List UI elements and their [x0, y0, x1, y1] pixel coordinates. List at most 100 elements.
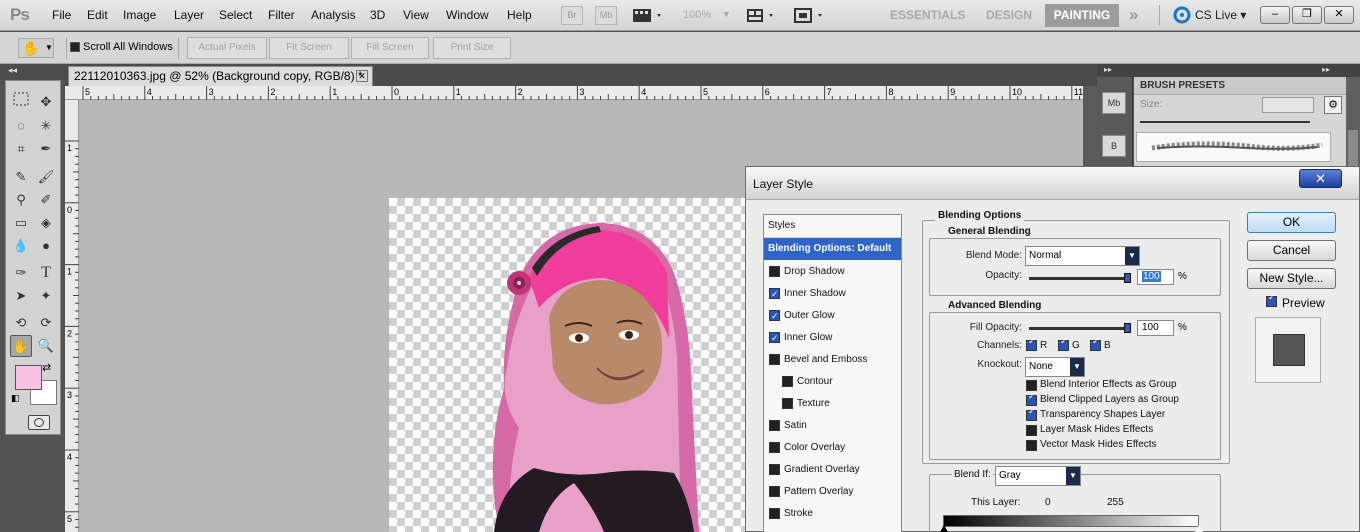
white-slider-handle[interactable]: [1195, 525, 1203, 532]
crop-tool-icon[interactable]: ⌗: [10, 138, 32, 160]
knockout-select[interactable]: None ▼: [1025, 357, 1085, 377]
screen-mode-icon[interactable]: [793, 7, 827, 24]
vector-mask-hides-checkbox[interactable]: [1026, 440, 1037, 451]
fill-opacity-input[interactable]: 100: [1137, 320, 1174, 336]
style-inner-glow[interactable]: Inner Glow: [764, 327, 901, 349]
style-inner-shadow[interactable]: Inner Shadow: [764, 283, 901, 305]
blend-clipped-checkbox[interactable]: [1026, 391, 1037, 406]
image-canvas[interactable]: [389, 198, 754, 532]
contour-checkbox[interactable]: [782, 376, 793, 387]
bridge-button[interactable]: Br: [561, 6, 583, 25]
actual-pixels-button[interactable]: Actual Pixels: [187, 37, 267, 59]
zoom-chevron-icon[interactable]: ▼: [722, 9, 731, 19]
color-overlay-checkbox[interactable]: [769, 442, 780, 453]
marquee-tool-icon[interactable]: [10, 91, 32, 113]
foreground-color-swatch[interactable]: [15, 365, 42, 390]
menu-view[interactable]: View: [403, 8, 429, 22]
eraser-tool-icon[interactable]: ▭: [10, 212, 32, 234]
dialog-title-bar[interactable]: Layer Style ✕: [746, 167, 1359, 200]
texture-checkbox[interactable]: [782, 398, 793, 409]
fill-screen-button[interactable]: Fill Screen: [351, 37, 429, 59]
restore-button[interactable]: ❐: [1292, 6, 1322, 24]
eyedropper-tool-icon[interactable]: ✒: [35, 138, 57, 160]
brush-panel-menu-icon[interactable]: ⚙: [1324, 96, 1342, 114]
opacity-slider[interactable]: [1029, 277, 1128, 280]
menu-image[interactable]: Image: [123, 8, 156, 22]
3d-rotate-tool-icon[interactable]: ⟲: [10, 312, 32, 334]
film-icon[interactable]: [632, 7, 666, 24]
paint-bucket-tool-icon[interactable]: ◈: [35, 212, 57, 234]
zoom-tool-icon[interactable]: 🔍: [35, 335, 57, 357]
print-size-button[interactable]: Print Size: [433, 37, 511, 59]
magic-wand-tool-icon[interactable]: ✳: [35, 115, 57, 137]
style-contour[interactable]: Contour: [764, 371, 901, 393]
cs-live-button[interactable]: CS Live ▾: [1195, 8, 1246, 22]
document-tab[interactable]: 22112010363.jpg @ 52% (Background copy, …: [68, 66, 373, 86]
style-gradient-overlay[interactable]: Gradient Overlay: [764, 459, 901, 481]
preview-checkbox[interactable]: [1266, 292, 1277, 307]
fill-opacity-slider[interactable]: [1029, 327, 1128, 330]
panel-dock-header[interactable]: ▸▸ ▸▸: [1097, 64, 1360, 77]
collapse-dock-icon[interactable]: ▸▸: [1104, 65, 1112, 74]
workspace-essentials[interactable]: ESSENTIALS: [890, 8, 965, 22]
expand-dock-icon[interactable]: ▸▸: [1322, 65, 1330, 74]
blur-tool-icon[interactable]: 💧: [10, 235, 32, 257]
quick-mask-icon[interactable]: [28, 415, 50, 430]
style-outer-glow[interactable]: Outer Glow: [764, 305, 901, 327]
menu-edit[interactable]: Edit: [87, 8, 108, 22]
minibridge-button[interactable]: Mb: [595, 6, 617, 25]
satin-checkbox[interactable]: [769, 420, 780, 431]
menu-help[interactable]: Help: [507, 8, 532, 22]
blend-if-select[interactable]: Gray ▼: [995, 466, 1081, 486]
arrange-icon[interactable]: [746, 7, 780, 24]
dodge-tool-icon[interactable]: ●: [35, 235, 57, 257]
opacity-input[interactable]: 100: [1137, 269, 1174, 285]
brush-preview[interactable]: [1136, 132, 1331, 162]
minimize-button[interactable]: ‒: [1260, 6, 1290, 24]
brush-presets-title[interactable]: BRUSH PRESETS: [1134, 77, 1346, 95]
channel-r-checkbox[interactable]: [1026, 336, 1037, 351]
dialog-close-button[interactable]: ✕: [1299, 169, 1342, 188]
gradient-overlay-checkbox[interactable]: [769, 464, 780, 475]
healing-brush-tool-icon[interactable]: ✎: [10, 166, 32, 188]
fit-screen-button[interactable]: Fit Screen: [269, 37, 349, 59]
ok-button[interactable]: OK: [1247, 212, 1336, 233]
channel-g-checkbox[interactable]: [1058, 336, 1069, 351]
type-tool-icon[interactable]: T: [35, 262, 57, 284]
clone-stamp-tool-icon[interactable]: ⚲: [10, 189, 32, 211]
drop-shadow-checkbox[interactable]: [769, 266, 780, 277]
style-pattern-overlay[interactable]: Pattern Overlay: [764, 481, 901, 503]
close-tab-icon[interactable]: ✕: [356, 70, 368, 82]
black-slider-handle[interactable]: [940, 525, 948, 532]
bevel-emboss-checkbox[interactable]: [769, 354, 780, 365]
style-satin[interactable]: Satin: [764, 415, 901, 437]
path-selection-tool-icon[interactable]: ➤: [10, 285, 32, 307]
brush-size-slider[interactable]: [1140, 121, 1310, 123]
layer-mask-hides-checkbox[interactable]: [1026, 425, 1037, 436]
swap-colors-icon[interactable]: ⇄: [42, 361, 51, 374]
workspace-design[interactable]: DESIGN: [986, 8, 1032, 22]
channel-b-checkbox[interactable]: [1090, 336, 1101, 351]
tool-preset-picker[interactable]: ✋ ▼: [18, 38, 54, 58]
more-workspaces-icon[interactable]: »: [1129, 5, 1138, 25]
inner-glow-checkbox[interactable]: [769, 327, 780, 349]
brush-size-field[interactable]: [1262, 97, 1314, 113]
close-window-button[interactable]: ✕: [1324, 6, 1354, 24]
scroll-all-windows-checkbox[interactable]: [70, 42, 80, 52]
brush-tool-icon[interactable]: 🖌: [35, 166, 57, 188]
outer-glow-checkbox[interactable]: [769, 305, 780, 327]
3d-orbit-tool-icon[interactable]: ⟳: [35, 312, 57, 334]
opacity-slider-handle[interactable]: [1124, 273, 1131, 283]
tools-panel-header[interactable]: ◂◂: [0, 64, 65, 80]
menu-3d[interactable]: 3D: [370, 8, 385, 22]
blend-interior-checkbox[interactable]: [1026, 380, 1037, 391]
style-texture[interactable]: Texture: [764, 393, 901, 415]
style-drop-shadow[interactable]: Drop Shadow: [764, 261, 901, 283]
inner-shadow-checkbox[interactable]: [769, 283, 780, 305]
style-stroke[interactable]: Stroke: [764, 503, 901, 525]
brush-panel-icon[interactable]: B: [1102, 135, 1126, 157]
menu-file[interactable]: File: [52, 8, 71, 22]
cancel-button[interactable]: Cancel: [1247, 240, 1336, 261]
lasso-tool-icon[interactable]: ◌: [10, 115, 32, 137]
hand-tool-icon[interactable]: ✋: [10, 335, 32, 357]
